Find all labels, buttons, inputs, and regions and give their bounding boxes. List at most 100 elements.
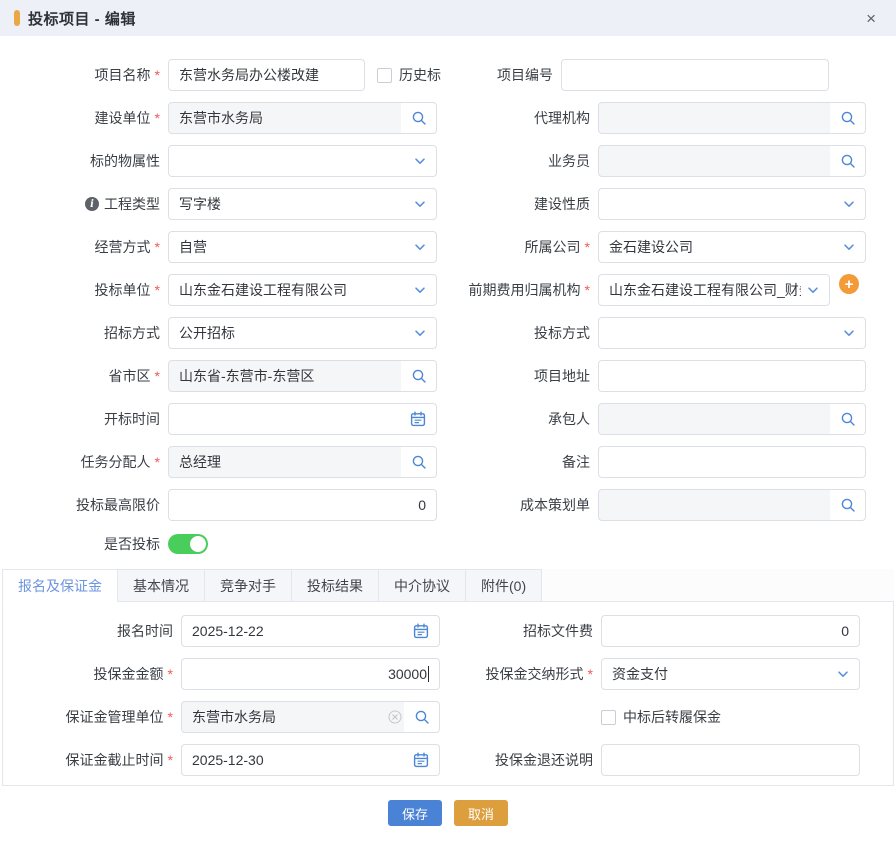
deposit-refund-note-label: 投保金退还说明 [440, 744, 601, 776]
close-icon[interactable]: × [860, 8, 882, 29]
project-no-label: 项目编号 [441, 59, 561, 91]
region-lookup[interactable]: 山东省-东营市-东营区 [168, 360, 437, 392]
tab-bid-result[interactable]: 投标结果 [292, 569, 379, 602]
remark-input[interactable] [598, 446, 866, 478]
deposit-mgmt-unit-label: 保证金管理单位* [3, 701, 181, 733]
chevron-down-icon [807, 284, 819, 296]
text-caret [428, 666, 429, 682]
dialog-title: 投标项目 - 编辑 [28, 8, 136, 29]
salesman-label: 业务员 [437, 145, 598, 177]
bid-max-price-input[interactable]: 0 [168, 489, 437, 521]
deposit-refund-note-input[interactable] [601, 744, 860, 776]
bid-mode-label: 投标方式 [437, 317, 598, 349]
chevron-down-icon [414, 155, 426, 167]
info-icon: i [85, 197, 99, 211]
search-icon[interactable] [830, 490, 865, 520]
salesman-lookup[interactable] [598, 145, 866, 177]
remark-label: 备注 [437, 446, 598, 478]
checkbox-icon[interactable] [377, 68, 392, 83]
task-assignee-lookup[interactable]: 总经理 [168, 446, 437, 478]
tab-agency-agreement[interactable]: 中介协议 [379, 569, 466, 602]
tab-basic-info[interactable]: 基本情况 [118, 569, 205, 602]
agency-lookup[interactable] [598, 102, 866, 134]
chevron-down-icon [414, 198, 426, 210]
chevron-down-icon [843, 198, 855, 210]
prophase-cost-org-select[interactable]: 山东金石建设工程有限公司_财务 [598, 274, 830, 306]
construction-unit-lookup[interactable]: 东营市水务局 [168, 102, 437, 134]
is-bid-label: 是否投标 [0, 532, 168, 556]
title-accent-bar [14, 10, 20, 26]
prophase-cost-org-label: 前期费用归属机构* [437, 274, 598, 306]
tab-bar: 报名及保证金 基本情况 竞争对手 投标结果 中介协议 附件(0) [2, 569, 894, 602]
is-bid-toggle[interactable] [168, 534, 208, 554]
project-type-label: i 工程类型 [0, 188, 168, 220]
tab-signup-deposit[interactable]: 报名及保证金 [2, 569, 118, 602]
chevron-down-icon [414, 284, 426, 296]
save-button[interactable]: 保存 [388, 800, 442, 826]
calendar-icon[interactable] [413, 752, 429, 768]
project-address-input[interactable] [598, 360, 866, 392]
deposit-deadline-label: 保证金截止时间* [3, 744, 181, 776]
subject-attribute-select[interactable] [168, 145, 437, 177]
search-icon[interactable] [830, 146, 865, 176]
contractor-lookup[interactable] [598, 403, 866, 435]
tender-mode-select[interactable]: 公开招标 [168, 317, 437, 349]
tender-mode-label: 招标方式 [0, 317, 168, 349]
transfer-bond-label: 中标后转履保金 [623, 707, 721, 727]
tender-doc-fee-input[interactable]: 0 [601, 615, 860, 647]
company-label: 所属公司* [437, 231, 598, 263]
cost-plan-label: 成本策划单 [437, 489, 598, 521]
toggle-knob [190, 536, 206, 552]
add-org-button[interactable]: + [839, 274, 859, 294]
history-flag-checkbox[interactable]: 历史标 [377, 59, 441, 91]
deposit-pay-form-select[interactable]: 资金支付 [601, 658, 860, 690]
chevron-down-icon [843, 327, 855, 339]
footer-actions: 保存 取消 [0, 800, 896, 826]
chevron-down-icon [843, 241, 855, 253]
open-time-datepicker[interactable] [168, 403, 437, 435]
spacer-label [440, 701, 601, 733]
company-select[interactable]: 金石建设公司 [598, 231, 866, 263]
project-type-select[interactable]: 写字楼 [168, 188, 437, 220]
project-name-label: 项目名称* [0, 59, 168, 91]
calendar-icon[interactable] [413, 623, 429, 639]
contractor-label: 承包人 [437, 403, 598, 435]
deposit-amount-input[interactable]: 30000 [181, 658, 440, 690]
search-icon[interactable] [404, 702, 439, 732]
bid-mode-select[interactable] [598, 317, 866, 349]
bid-unit-select[interactable]: 山东金石建设工程有限公司 [168, 274, 437, 306]
signup-time-datepicker[interactable]: 2025-12-22 [181, 615, 440, 647]
dialog-header: 投标项目 - 编辑 × [0, 0, 896, 36]
construction-nature-select[interactable] [598, 188, 866, 220]
calendar-icon[interactable] [410, 411, 426, 427]
deposit-deadline-datepicker[interactable]: 2025-12-30 [181, 744, 440, 776]
project-name-input[interactable]: 东营水务局办公楼改建 [168, 59, 365, 91]
search-icon[interactable] [830, 103, 865, 133]
chevron-down-icon [837, 668, 849, 680]
deposit-amount-label: 投保金金额* [3, 658, 181, 690]
deposit-mgmt-unit-lookup[interactable]: 东营市水务局 [181, 701, 440, 733]
cost-plan-lookup[interactable] [598, 489, 866, 521]
history-flag-label: 历史标 [399, 65, 441, 85]
deposit-pay-form-label: 投保金交纳形式* [440, 658, 601, 690]
project-no-input[interactable] [561, 59, 829, 91]
tab-competitors[interactable]: 竞争对手 [205, 569, 292, 602]
transfer-bond-checkbox[interactable]: 中标后转履保金 [601, 701, 721, 733]
search-icon[interactable] [401, 103, 436, 133]
search-icon[interactable] [830, 404, 865, 434]
search-icon[interactable] [401, 361, 436, 391]
signup-time-label: 报名时间 [3, 615, 181, 647]
search-icon[interactable] [401, 447, 436, 477]
tab-attachments[interactable]: 附件(0) [466, 569, 542, 602]
bid-max-price-label: 投标最高限价 [0, 489, 168, 521]
operation-mode-label: 经营方式* [0, 231, 168, 263]
checkbox-icon[interactable] [601, 710, 616, 725]
task-assignee-label: 任务分配人* [0, 446, 168, 478]
region-label: 省市区* [0, 360, 168, 392]
construction-nature-label: 建设性质 [437, 188, 598, 220]
cancel-button[interactable]: 取消 [454, 800, 508, 826]
clear-icon[interactable] [388, 710, 402, 724]
bid-unit-label: 投标单位* [0, 274, 168, 306]
chevron-down-icon [414, 241, 426, 253]
operation-mode-select[interactable]: 自营 [168, 231, 437, 263]
